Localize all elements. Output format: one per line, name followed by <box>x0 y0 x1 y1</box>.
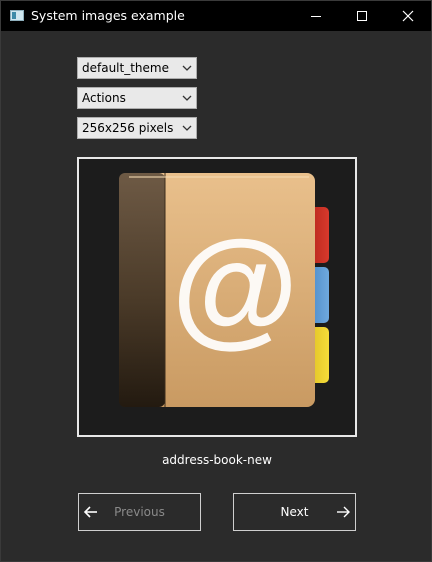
chevron-down-icon <box>182 95 192 101</box>
category-select-value: Actions <box>82 91 126 105</box>
theme-select-value: default_theme <box>82 61 169 75</box>
chevron-down-icon <box>182 65 192 71</box>
theme-select[interactable]: default_theme <box>77 57 197 79</box>
size-select-value: 256x256 pixels <box>82 121 174 135</box>
at-sign-glyph: @ <box>172 213 299 359</box>
arrow-right-icon <box>337 506 350 518</box>
main-window: System images example default_theme Acti… <box>0 0 432 562</box>
icon-preview-frame: @ <box>77 157 357 437</box>
previous-button[interactable]: Previous <box>78 493 201 531</box>
category-select[interactable]: Actions <box>77 87 197 109</box>
size-select[interactable]: 256x256 pixels <box>77 117 197 139</box>
address-book-icon: @ <box>119 173 329 407</box>
close-icon <box>402 10 414 22</box>
title-bar[interactable]: System images example <box>1 1 431 31</box>
previous-button-label: Previous <box>114 505 165 519</box>
maximize-button[interactable] <box>339 1 385 31</box>
minimize-icon <box>311 16 321 17</box>
minimize-button[interactable] <box>293 1 339 31</box>
app-icon <box>10 10 24 21</box>
close-button[interactable] <box>385 1 431 31</box>
window-title: System images example <box>31 8 185 23</box>
book-spine <box>119 173 165 407</box>
icon-name-label: address-book-new <box>162 453 272 467</box>
chevron-down-icon <box>182 125 192 131</box>
maximize-icon <box>357 11 367 21</box>
next-button[interactable]: Next <box>233 493 356 531</box>
